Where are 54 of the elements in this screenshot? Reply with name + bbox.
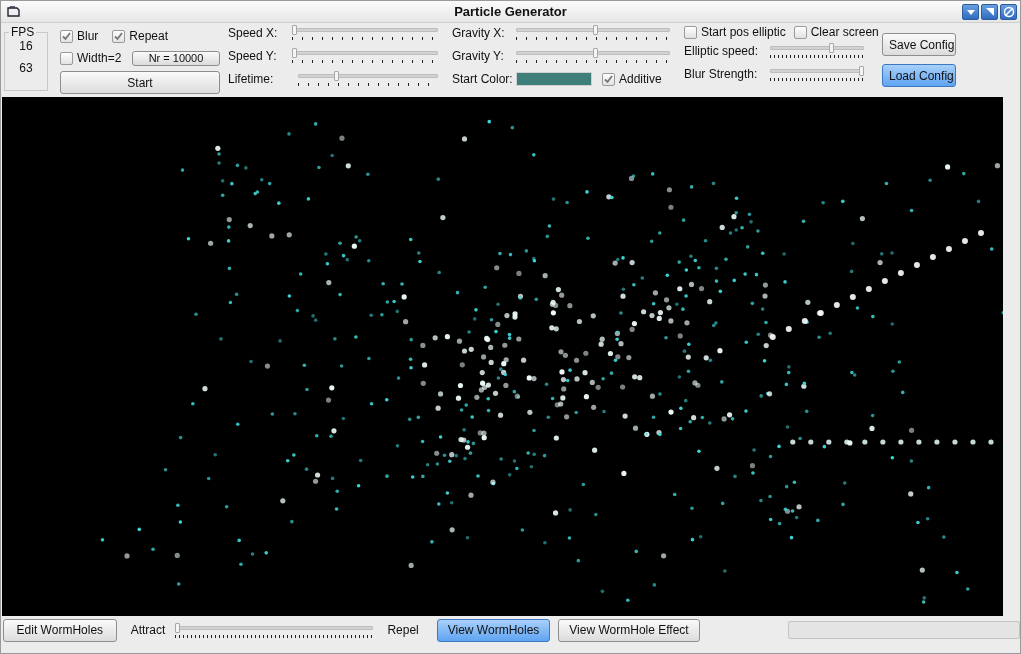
window-title: Particle Generator [454,4,567,19]
particle-count-button[interactable]: Nr = 10000 [132,50,220,66]
config-button[interactable]: Load Config [882,64,956,87]
edit-wormholes-button[interactable]: Edit WormHoles [3,618,117,642]
clear-screen-checkbox[interactable]: Clear screen [793,25,879,39]
check-mark-icon [61,30,72,42]
view-button[interactable]: View WormHoles [436,618,551,642]
attract-label: Attract [130,623,166,637]
fps-reading: 63 [19,61,33,75]
window-icon [7,5,21,18]
attract-repel-slider[interactable] [175,623,374,641]
slider-label: Speed X: [228,25,279,40]
slider[interactable] [292,48,438,66]
slider-thumb[interactable] [175,623,181,633]
slider[interactable] [516,25,670,43]
start-color-label: Start Color: [452,71,514,86]
additive-checkbox[interactable]: Additive [602,72,662,86]
config-button[interactable]: Save Config [882,33,956,56]
fps-reading: 16 [19,39,33,53]
slider-thumb[interactable] [593,48,599,58]
check-mark-icon [113,30,125,42]
slider-label: Elliptic speed: [684,43,760,58]
slider-thumb[interactable] [292,48,297,58]
slider-label: Speed Y: [228,48,278,63]
maximize-button[interactable] [981,3,998,20]
corner-triangle-icon [984,6,995,17]
slider-thumb[interactable] [593,25,599,35]
width-checkbox[interactable]: Width=2 [60,51,122,65]
slider-label: Lifetime: [228,71,275,86]
slider[interactable] [516,48,670,66]
check-mark-icon [603,73,614,85]
slider[interactable] [770,43,864,61]
slider-thumb[interactable] [292,25,297,35]
group-title: FPS [10,25,36,39]
color-swatch[interactable] [516,72,592,86]
slider-thumb[interactable] [859,66,864,76]
slider[interactable] [298,71,438,89]
repeat-checkbox[interactable]: Repeat [112,29,169,43]
slider-label: Blur Strength: [684,66,759,81]
repel-label: Repel [387,623,419,637]
close-button[interactable] [1000,3,1017,20]
slider-label: Gravity X: [452,25,506,40]
slashed-circle-icon [1002,5,1015,18]
view-button[interactable]: View WormHole Effect [558,618,700,642]
elliptic-start-checkbox[interactable]: Start pos elliptic [684,25,786,39]
slider[interactable] [292,25,438,43]
slider[interactable] [770,66,864,84]
slider-label: Gravity Y: [452,48,505,63]
caret-down-icon [965,7,976,16]
minimize-button[interactable] [962,3,979,20]
slider-thumb[interactable] [828,43,834,53]
slider-thumb[interactable] [334,71,340,81]
start-button[interactable]: Start [60,71,220,94]
blur-checkbox[interactable]: Blur [60,29,99,43]
